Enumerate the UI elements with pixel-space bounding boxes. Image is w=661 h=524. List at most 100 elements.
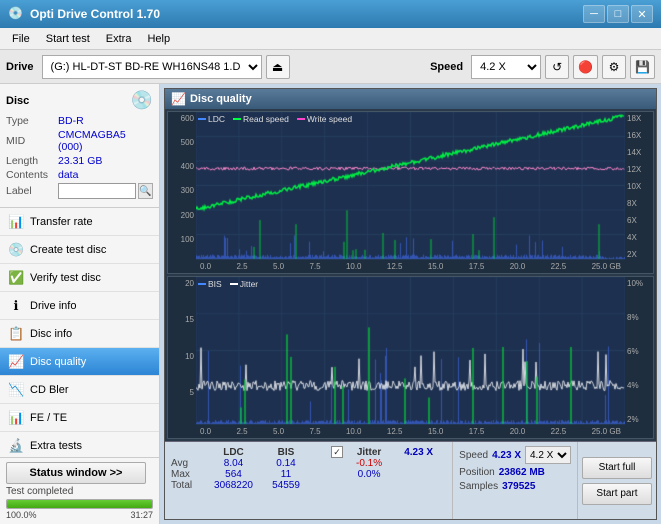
label-search-button[interactable]: 🔍: [138, 183, 153, 199]
chart1-y-left: 600 500 400 300 200 100: [168, 112, 196, 273]
sidebar-item-extra-tests[interactable]: 🔬 Extra tests: [0, 432, 159, 457]
content-area: 📈 Disc quality 600 500 400 300 200 100: [160, 84, 661, 524]
sidebar-item-drive-info[interactable]: ℹ Drive info: [0, 292, 159, 320]
disc-length-row: Length 23.31 GB: [6, 155, 153, 167]
create-test-disc-icon: 💿: [8, 242, 24, 258]
bis-header: BIS: [261, 446, 311, 458]
drive-info-icon: ℹ: [8, 298, 24, 314]
menu-help[interactable]: Help: [139, 31, 178, 47]
disc-panel: Disc 💿 Type BD-R MID CMCMAGBA5 (000) Len…: [0, 84, 159, 208]
legend-jitter: Jitter: [230, 279, 258, 289]
disc-label-row: Label 🔍: [6, 183, 153, 199]
burn-icon-button[interactable]: 🔴: [573, 55, 598, 79]
refresh-button[interactable]: ↺: [545, 55, 569, 79]
disc-info-label: Disc info: [30, 328, 72, 340]
drive-label: Drive: [6, 61, 34, 73]
bis-color: [198, 283, 206, 285]
sidebar-item-disc-quality[interactable]: 📈 Disc quality: [0, 348, 159, 376]
sidebar-item-disc-info[interactable]: 📋 Disc info: [0, 320, 159, 348]
menu-start-test[interactable]: Start test: [38, 31, 98, 47]
maximize-button[interactable]: □: [607, 5, 629, 23]
speed-display: 4.23 X: [391, 446, 446, 458]
fe-te-icon: 📊: [8, 410, 24, 426]
panel-header: 📈 Disc quality: [165, 89, 656, 109]
disc-mid-row: MID CMCMAGBA5 (000): [6, 129, 153, 153]
action-buttons: Start full Start part: [577, 442, 656, 519]
disc-header-text: Disc: [6, 95, 29, 107]
disc-type-row: Type BD-R: [6, 115, 153, 127]
sidebar-item-transfer-rate[interactable]: 📊 Transfer rate: [0, 208, 159, 236]
total-ldc: 3068220: [206, 480, 261, 491]
sidebar-item-verify-test-disc[interactable]: ✅ Verify test disc: [0, 264, 159, 292]
create-test-disc-label: Create test disc: [30, 244, 106, 256]
drive-info-label: Drive info: [30, 300, 76, 312]
menu-extra[interactable]: Extra: [98, 31, 140, 47]
chart2-container: 20 15 10 5 BIS: [167, 276, 654, 439]
jitter-header: Jitter: [347, 446, 391, 458]
total-bis: 54559: [261, 480, 311, 491]
verify-test-disc-label: Verify test disc: [30, 272, 101, 284]
cd-bler-icon: 📉: [8, 382, 24, 398]
drive-select[interactable]: (G:) HL-DT-ST BD-RE WH16NS48 1.D3: [42, 55, 262, 79]
speed-label: Speed: [430, 61, 463, 73]
sidebar-item-create-test-disc[interactable]: 💿 Create test disc: [0, 236, 159, 264]
panel-header-title: Disc quality: [190, 93, 252, 105]
max-ldc: 564: [206, 469, 261, 480]
menu-file[interactable]: File: [4, 31, 38, 47]
fe-te-label: FE / TE: [30, 412, 67, 424]
window-controls: ─ □ ✕: [583, 5, 653, 23]
charts-area: 600 500 400 300 200 100 LDC: [165, 109, 656, 441]
status-window-button[interactable]: Status window >>: [6, 462, 146, 484]
position-value: 23862 MB: [499, 467, 545, 478]
chart1-container: 600 500 400 300 200 100 LDC: [167, 111, 654, 274]
right-info-panel: Speed 4.23 X 4.2 X Position 23862 MB Sam…: [452, 442, 577, 519]
speed-row-label: Speed: [459, 450, 488, 461]
toolbar: Drive (G:) HL-DT-ST BD-RE WH16NS48 1.D3 …: [0, 50, 661, 84]
cd-bler-label: CD Bler: [30, 384, 69, 396]
chart2-x-labels: 0.02.55.0 7.510.012.5 15.017.520.0 22.52…: [196, 424, 625, 438]
sidebar: Disc 💿 Type BD-R MID CMCMAGBA5 (000) Len…: [0, 84, 160, 524]
speed-dropdown[interactable]: 4.2 X: [525, 446, 571, 464]
start-part-button[interactable]: Start part: [582, 483, 652, 505]
avg-ldc: 8.04: [206, 458, 261, 469]
legend-write-speed: Write speed: [297, 114, 352, 124]
config-button[interactable]: ⚙: [602, 55, 626, 79]
transfer-rate-icon: 📊: [8, 214, 24, 230]
position-row: Position 23862 MB: [459, 467, 571, 478]
legend-read-speed: Read speed: [233, 114, 289, 124]
verify-test-disc-icon: ✅: [8, 270, 24, 286]
progress-bar-fill: [7, 500, 152, 508]
avg-label: Avg: [171, 458, 206, 469]
status-time: 31:27: [130, 510, 153, 520]
start-full-button[interactable]: Start full: [582, 457, 652, 479]
position-label: Position: [459, 467, 495, 478]
disc-info-icon: 📋: [8, 326, 24, 342]
eject-button[interactable]: ⏏: [266, 55, 290, 79]
status-text: Test completed: [6, 486, 153, 497]
transfer-rate-label: Transfer rate: [30, 216, 93, 228]
samples-value: 379525: [502, 481, 535, 492]
legend-ldc: LDC: [198, 114, 225, 124]
progress-bar: [6, 499, 153, 509]
disc-quality-panel: 📈 Disc quality 600 500 400 300 200 100: [164, 88, 657, 520]
samples-label: Samples: [459, 481, 498, 492]
samples-row: Samples 379525: [459, 481, 571, 492]
chart1-y-right: 18X 16X 14X 12X 10X 8X 6X 4X 2X: [625, 112, 653, 273]
contents-label: Contents: [6, 169, 58, 181]
stats-table: LDC BIS ✓ Jitter 4.23 X Avg 8.04: [165, 442, 452, 519]
chart2-y-left: 20 15 10 5: [168, 277, 196, 438]
sidebar-item-cd-bler[interactable]: 📉 CD Bler: [0, 376, 159, 404]
sidebar-item-fe-te[interactable]: 📊 FE / TE: [0, 404, 159, 432]
save-button[interactable]: 💾: [630, 55, 655, 79]
type-value: BD-R: [58, 115, 84, 127]
label-input[interactable]: [58, 183, 136, 199]
jitter-checkbox[interactable]: ✓: [331, 446, 343, 458]
speed-value-display: 4.23 X: [492, 450, 521, 461]
speed-select[interactable]: 4.2 X: [471, 55, 541, 79]
mid-label: MID: [6, 135, 58, 147]
minimize-button[interactable]: ─: [583, 5, 605, 23]
chart1-legend: LDC Read speed Write speed: [198, 114, 352, 124]
label-label: Label: [6, 185, 58, 197]
chart2-legend: BIS Jitter: [198, 279, 258, 289]
close-button[interactable]: ✕: [631, 5, 653, 23]
